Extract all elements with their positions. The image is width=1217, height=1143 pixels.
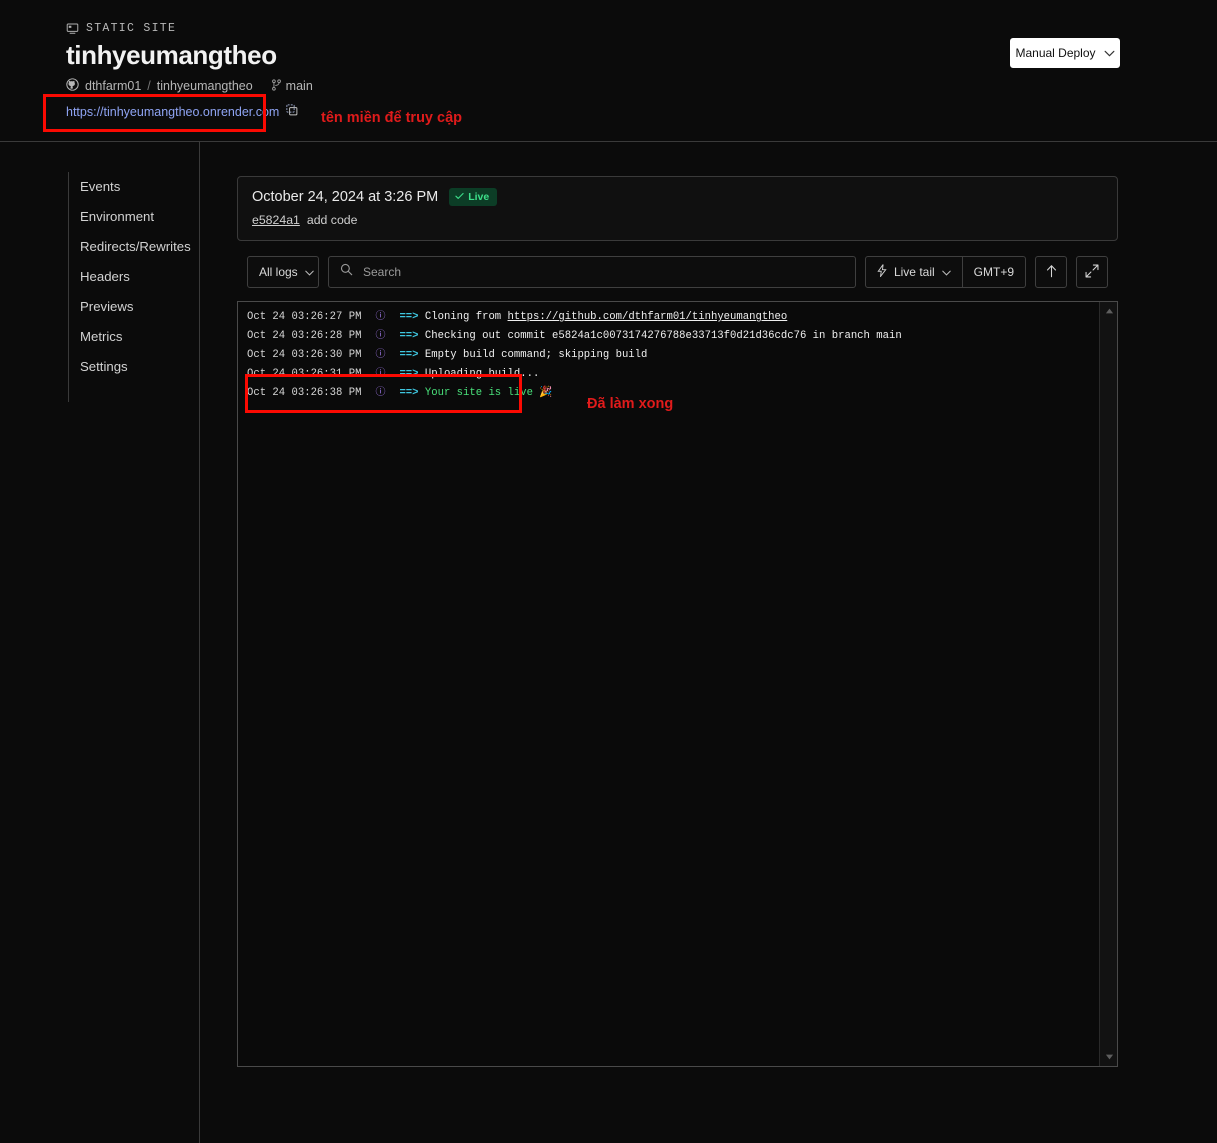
log-timestamp: Oct 24 03:26:30 PM [247,349,362,361]
repo-name: tinhyeumangtheo [156,79,253,93]
repo-separator: / [147,79,151,93]
service-type-label: STATIC SITE [66,22,176,35]
chevron-down-icon [304,265,314,279]
log-line-list: Oct 24 03:26:27 PM ⓘ ==> Cloning from http… [247,308,1091,403]
log-message: Your site is live 🎉 [424,387,553,399]
log-scrollbar[interactable] [1099,302,1117,1066]
expand-diagonal-icon [1085,264,1099,281]
annotation-text-url: tên miền để truy cập [321,110,463,126]
log-line: Oct 24 03:26:30 PM ⓘ ==> Empty build comma… [247,346,1091,365]
sidebar-item-environment[interactable]: Environment [80,202,200,232]
scroll-to-top-button[interactable] [1035,256,1067,288]
log-search-box[interactable]: Search [328,256,856,288]
live-tail-label: Live tail [893,265,935,279]
status-badge: Live [449,188,498,206]
repo-breadcrumb[interactable]: dthfarm01 / tinhyeumangtheo main [66,78,313,94]
log-message: Cloning from [424,311,508,323]
chevron-down-icon [1104,46,1115,60]
monitor-icon [66,22,79,35]
branch-icon [271,78,282,94]
log-message: Uploading build... [424,368,540,380]
log-timestamp: Oct 24 03:26:28 PM [247,330,362,342]
info-icon: ⓘ [375,312,386,323]
manual-deploy-label: Manual Deploy [1015,46,1096,60]
repo-owner: dthfarm01 [85,79,142,93]
arrow-up-icon [1045,264,1058,281]
sidebar-item-previews[interactable]: Previews [80,292,200,322]
log-message: Checking out commit e5824a1c007317427678… [424,330,902,342]
deploy-header-row: October 24, 2024 at 3:26 PM Live [252,188,1103,206]
logs-panel: All logs Search Live tail GMT+9 Oct 24 0… [237,256,1118,1067]
copy-icon[interactable] [286,103,298,121]
page-header: STATIC SITE tinhyeumangtheo dthfarm01 / … [0,0,1217,142]
expand-logs-button[interactable] [1076,256,1108,288]
log-filter-label: All logs [259,265,298,279]
main-content: October 24, 2024 at 3:26 PM Live e5824a1… [201,142,1217,1143]
log-timestamp: Oct 24 03:26:38 PM [247,387,362,399]
timezone-label: GMT+9 [973,265,1014,279]
info-icon: ⓘ [375,388,386,399]
log-search-placeholder: Search [363,265,402,279]
sidebar-item-events[interactable]: Events [80,172,200,202]
log-line: Oct 24 03:26:31 PM ⓘ ==> Uploading build..… [247,365,1091,384]
info-icon: ⓘ [375,369,386,380]
deploy-summary-card: October 24, 2024 at 3:26 PM Live e5824a1… [237,176,1118,241]
sidebar-nav: Events Environment Redirects/Rewrites He… [68,172,200,402]
sidebar: Events Environment Redirects/Rewrites He… [0,142,200,1143]
service-type-text: STATIC SITE [86,22,177,35]
info-icon: ⓘ [375,331,386,342]
log-arrow: ==> [399,387,419,399]
log-timestamp: Oct 24 03:26:31 PM [247,368,362,380]
chevron-down-icon [941,265,951,279]
log-arrow: ==> [399,330,419,342]
info-icon: ⓘ [375,350,386,361]
sidebar-item-metrics[interactable]: Metrics [80,322,200,352]
sidebar-item-headers[interactable]: Headers [80,262,200,292]
log-stream-controls: Live tail GMT+9 [864,256,1026,288]
log-line: Oct 24 03:26:28 PM ⓘ ==> Checking out comm… [247,327,1091,346]
logs-toolbar: All logs Search Live tail GMT+9 [247,256,1108,288]
sidebar-item-redirects-rewrites[interactable]: Redirects/Rewrites [80,232,200,262]
log-timestamp: Oct 24 03:26:27 PM [247,311,362,323]
site-url-row[interactable]: https://tinhyeumangtheo.onrender.com [66,103,298,121]
github-icon [66,78,79,94]
log-filter-dropdown[interactable]: All logs [247,256,319,288]
triangle-down-icon[interactable] [1100,1050,1117,1064]
log-arrow: ==> [399,349,419,361]
sidebar-item-settings[interactable]: Settings [80,352,200,382]
timezone-button[interactable]: GMT+9 [962,256,1026,288]
manual-deploy-button[interactable]: Manual Deploy [1010,38,1120,68]
log-output-view[interactable]: Oct 24 03:26:27 PM ⓘ ==> Cloning from http… [237,301,1118,1067]
log-message: Empty build command; skipping build [424,349,648,361]
log-arrow: ==> [399,311,419,323]
branch-indicator[interactable]: main [271,78,313,94]
check-icon [455,191,464,203]
log-line: Oct 24 03:26:27 PM ⓘ ==> Cloning from http… [247,308,1091,327]
site-url-link[interactable]: https://tinhyeumangtheo.onrender.com [66,105,279,119]
triangle-up-icon[interactable] [1100,304,1117,318]
branch-name: main [285,79,313,93]
commit-hash-link[interactable]: e5824a1 [252,213,300,227]
commit-message: add code [306,213,358,227]
lightning-bolt-icon [877,264,887,280]
log-link[interactable]: https://github.com/dthfarm01/tinhyeumang… [508,311,788,323]
live-tail-button[interactable]: Live tail [864,256,963,288]
deploy-timestamp: October 24, 2024 at 3:26 PM [252,189,439,205]
page-title: tinhyeumangtheo [66,40,277,70]
page-root: STATIC SITE tinhyeumangtheo dthfarm01 / … [0,0,1217,1143]
annotation-text-log: Đã làm xong [587,396,674,412]
search-icon [340,263,353,281]
status-badge-label: Live [468,191,490,203]
log-arrow: ==> [399,368,419,380]
deploy-commit-row: e5824a1 add code [252,213,1103,227]
